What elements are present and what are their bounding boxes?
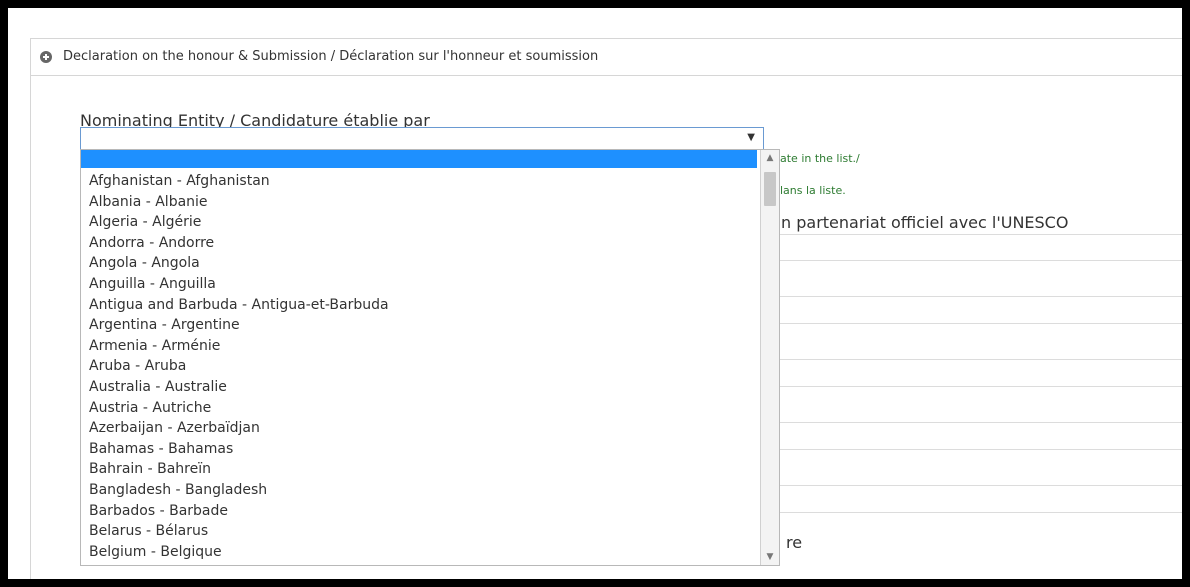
divider bbox=[780, 260, 1182, 261]
divider bbox=[780, 386, 1182, 387]
dropdown-option[interactable]: Bahamas - Bahamas bbox=[89, 439, 754, 460]
nominating-entity-select[interactable]: ▼ bbox=[80, 127, 764, 150]
country-options: Afghanistan - Afghanistan Albania - Alba… bbox=[89, 171, 754, 562]
dropdown-option[interactable]: Albania - Albanie bbox=[89, 192, 754, 213]
selected-empty-option[interactable] bbox=[81, 150, 757, 168]
divider bbox=[780, 422, 1182, 423]
dropdown-option[interactable]: Afghanistan - Afghanistan bbox=[89, 171, 754, 192]
dropdown-option[interactable]: Austria - Autriche bbox=[89, 398, 754, 419]
scroll-up-icon[interactable]: ▲ bbox=[761, 150, 779, 166]
partnership-section-label: n partenariat officiel avec l'UNESCO bbox=[781, 213, 1069, 232]
scroll-down-icon[interactable]: ▼ bbox=[761, 549, 779, 565]
dropdown-option[interactable]: Belarus - Bélarus bbox=[89, 521, 754, 542]
divider bbox=[780, 449, 1182, 450]
divider bbox=[780, 296, 1182, 297]
help-note-english: ate in the list./ bbox=[780, 152, 860, 165]
partial-field-label: re bbox=[786, 533, 803, 552]
dropdown-option[interactable]: Argentina - Argentine bbox=[89, 315, 754, 336]
screenshot-frame: Declaration on the honour & Submission /… bbox=[8, 8, 1182, 579]
dropdown-option[interactable]: Barbados - Barbade bbox=[89, 501, 754, 522]
dropdown-option[interactable]: Algeria - Algérie bbox=[89, 212, 754, 233]
dropdown-option[interactable]: Australia - Australie bbox=[89, 377, 754, 398]
divider bbox=[780, 359, 1182, 360]
dropdown-scrollbar[interactable]: ▲ ▼ bbox=[760, 150, 779, 565]
panel-title: Declaration on the honour & Submission /… bbox=[63, 49, 599, 64]
chevron-down-icon[interactable]: ▼ bbox=[747, 132, 755, 143]
dropdown-option[interactable]: Angola - Angola bbox=[89, 253, 754, 274]
nominating-entity-dropdown[interactable]: Afghanistan - Afghanistan Albania - Alba… bbox=[80, 149, 780, 566]
dropdown-option[interactable]: Bangladesh - Bangladesh bbox=[89, 480, 754, 501]
dropdown-option[interactable]: Andorra - Andorre bbox=[89, 233, 754, 254]
scrollbar-thumb[interactable] bbox=[764, 172, 776, 206]
dropdown-option[interactable]: Belgium - Belgique bbox=[89, 542, 754, 563]
divider bbox=[780, 512, 1182, 513]
dropdown-option[interactable]: Anguilla - Anguilla bbox=[89, 274, 754, 295]
help-note-french: lans la liste. bbox=[780, 184, 846, 197]
dropdown-option[interactable]: Azerbaijan - Azerbaïdjan bbox=[89, 418, 754, 439]
dropdown-option[interactable]: Armenia - Arménie bbox=[89, 336, 754, 357]
dropdown-option[interactable]: Aruba - Aruba bbox=[89, 356, 754, 377]
panel-header[interactable]: Declaration on the honour & Submission /… bbox=[31, 39, 1182, 76]
divider bbox=[780, 323, 1182, 324]
divider bbox=[780, 234, 1182, 235]
dropdown-option[interactable]: Antigua and Barbuda - Antigua-et-Barbuda bbox=[89, 295, 754, 316]
dropdown-option[interactable]: Bahrain - Bahreïn bbox=[89, 459, 754, 480]
plus-circle-icon[interactable] bbox=[40, 51, 52, 63]
divider bbox=[780, 485, 1182, 486]
